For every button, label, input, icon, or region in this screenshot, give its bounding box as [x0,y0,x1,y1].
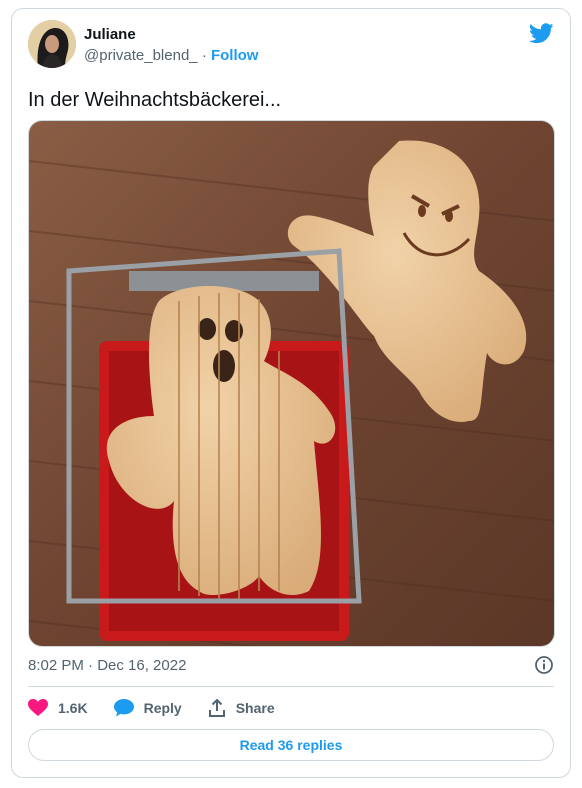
action-bar: 1.6K Reply Share [28,697,301,719]
separator-dot: · [201,47,207,64]
reply-bubble-icon [113,699,134,717]
read-replies-button[interactable]: Read 36 replies [28,729,554,761]
author-name[interactable]: Juliane [84,26,136,43]
tweet-timestamp[interactable]: 8:02 PM · Dec 16, 2022 [28,657,186,674]
tweet-photo[interactable] [28,120,555,647]
author-handle[interactable]: @private_blend_ [84,47,198,64]
heart-icon [28,699,48,716]
share-icon [208,699,225,717]
divider [28,686,554,687]
info-icon[interactable] [534,655,554,675]
follow-button[interactable]: Follow [211,47,259,64]
reply-button[interactable]: Reply [113,699,182,717]
author-handle-line: @private_blend_ · Follow [84,47,258,64]
gingerbread-photo [29,121,554,646]
like-count: 1.6K [58,700,88,716]
avatar[interactable] [28,20,76,68]
like-button[interactable]: 1.6K [28,699,88,717]
reply-label: Reply [143,700,182,716]
tweet-text: In der Weihnachtsbäckerei... [28,89,282,111]
share-button[interactable]: Share [208,699,275,717]
twitter-bird-icon[interactable] [529,23,554,44]
share-label: Share [235,700,275,716]
tweet-card: Juliane @private_blend_ · Follow In der … [11,8,571,778]
